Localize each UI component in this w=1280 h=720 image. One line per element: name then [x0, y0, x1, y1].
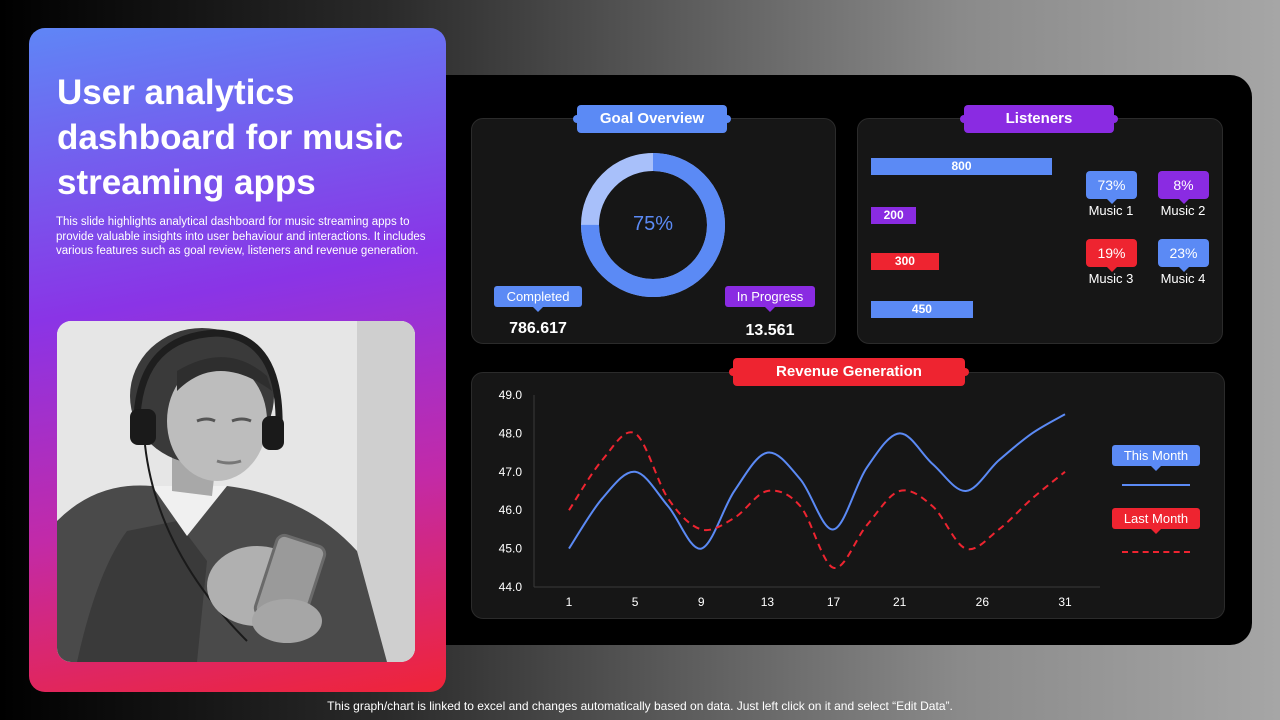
- x-tick-label: 1: [566, 595, 573, 609]
- y-tick-label: 46.0: [499, 503, 523, 517]
- series-line-this-month: [568, 413, 1066, 550]
- revenue-card: 49.0 48.0 47.0 46.0 45.0 44.0 1 5 9 13 17 21 26 31 Th…: [471, 372, 1225, 619]
- goal-percent-label: 75%: [632, 213, 674, 235]
- goal-overview-card: 75% Completed 786.617 In Progress 13.561: [471, 118, 836, 344]
- dashboard-panel: 75% Completed 786.617 In Progress 13.561…: [446, 75, 1252, 645]
- listener-bar-4: 450: [871, 301, 973, 318]
- in-progress-value: 13.561: [745, 322, 795, 339]
- woman-with-phone-illustration: [57, 321, 415, 662]
- intro-card: User analytics dashboard for music strea…: [29, 28, 446, 692]
- y-tick-label: 47.0: [499, 465, 523, 479]
- x-tick-label: 21: [893, 595, 907, 609]
- x-tick-label: 17: [827, 595, 841, 609]
- legend-this-month-line: [1122, 484, 1190, 486]
- goal-overview-title: Goal Overview: [573, 105, 731, 133]
- legend-last-month-line: [1122, 551, 1190, 553]
- music-share-badge-1: 73%: [1086, 171, 1137, 204]
- music-share-badge-4: 23%: [1158, 239, 1209, 272]
- listener-bar-2: 200: [871, 207, 917, 224]
- music-label-1: Music 1: [1088, 203, 1134, 218]
- x-tick-label: 5: [632, 595, 639, 609]
- page-title: User analytics dashboard for music strea…: [57, 73, 404, 202]
- legend-last-month: Last Month: [1112, 508, 1200, 534]
- revenue-line-chart: 49.0 48.0 47.0 46.0 45.0 44.0 1 5 9 13 17 21 26 31: [499, 388, 1100, 609]
- x-tick-label: 13: [761, 595, 775, 609]
- in-progress-tag: In Progress: [725, 286, 815, 312]
- completed-tag: Completed: [494, 286, 582, 312]
- listener-bar-1: 800: [871, 158, 1052, 175]
- music-label-2: Music 2: [1160, 203, 1206, 218]
- y-tick-label: 44.0: [499, 580, 523, 594]
- x-tick-label: 9: [698, 595, 705, 609]
- y-tick-label: 49.0: [499, 388, 523, 402]
- in-progress-label: In Progress: [736, 289, 804, 304]
- music-label-3: Music 3: [1088, 271, 1134, 286]
- series-line-last-month: [568, 431, 1066, 569]
- page-description: This slide highlights analytical dashboa…: [56, 216, 426, 257]
- listener-bar-3: 300: [871, 253, 939, 270]
- completed-value: 786.617: [509, 320, 567, 337]
- user-photo: [57, 321, 415, 662]
- music-share-badge-3: 19%: [1086, 239, 1137, 272]
- x-tick-label: 26: [976, 595, 990, 609]
- revenue-title: Revenue Generation: [729, 358, 969, 386]
- listeners-card: 800 200 300 450 73% Music 1 8% Music 2 19% Music…: [857, 118, 1223, 344]
- y-tick-label: 48.0: [499, 426, 523, 440]
- music-label-4: Music 4: [1160, 271, 1206, 286]
- y-tick-label: 45.0: [499, 542, 523, 556]
- x-tick-label: 31: [1058, 595, 1072, 609]
- footer-note: This graph/chart is linked to excel and …: [327, 699, 953, 713]
- completed-label: Completed: [506, 289, 570, 304]
- legend-this-month: This Month: [1112, 445, 1200, 471]
- listeners-title: Listeners: [960, 105, 1118, 133]
- music-share-badge-2: 8%: [1158, 171, 1209, 204]
- legend-this-month-label: This Month: [1123, 448, 1189, 463]
- legend-last-month-label: Last Month: [1123, 511, 1189, 526]
